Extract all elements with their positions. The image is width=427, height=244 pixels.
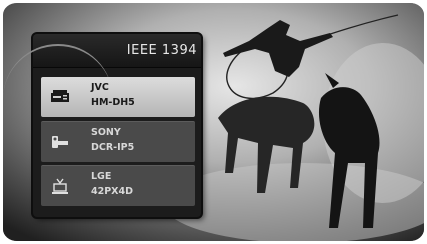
device-label: LGE 42PX4D (91, 169, 133, 199)
device-model: HM-DH5 (91, 97, 135, 108)
ieee1394-device-panel: IEEE 1394 JVC HM-DH5 SONY DCR-IP5 LGE 42… (3, 34, 201, 217)
device-brand: SONY (91, 127, 121, 138)
device-item-sony[interactable]: SONY DCR-IP5 (41, 121, 195, 162)
device-brand: LGE (91, 171, 112, 182)
tv-screen: IEEE 1394 JVC HM-DH5 SONY DCR-IP5 LGE 42… (3, 3, 424, 241)
device-model: DCR-IP5 (91, 142, 135, 153)
device-label: JVC HM-DH5 (91, 80, 135, 110)
device-brand: JVC (91, 82, 109, 93)
vcr-icon (51, 90, 69, 102)
device-model: 42PX4D (91, 186, 134, 197)
camcorder-icon (52, 136, 68, 148)
device-item-jvc[interactable]: JVC HM-DH5 (41, 77, 195, 117)
device-item-lge[interactable]: LGE 42PX4D (41, 165, 195, 206)
tv-set-icon (52, 178, 68, 194)
panel-title: IEEE 1394 (126, 43, 197, 58)
device-label: SONY DCR-IP5 (91, 125, 134, 155)
panel-header: IEEE 1394 (3, 34, 201, 68)
